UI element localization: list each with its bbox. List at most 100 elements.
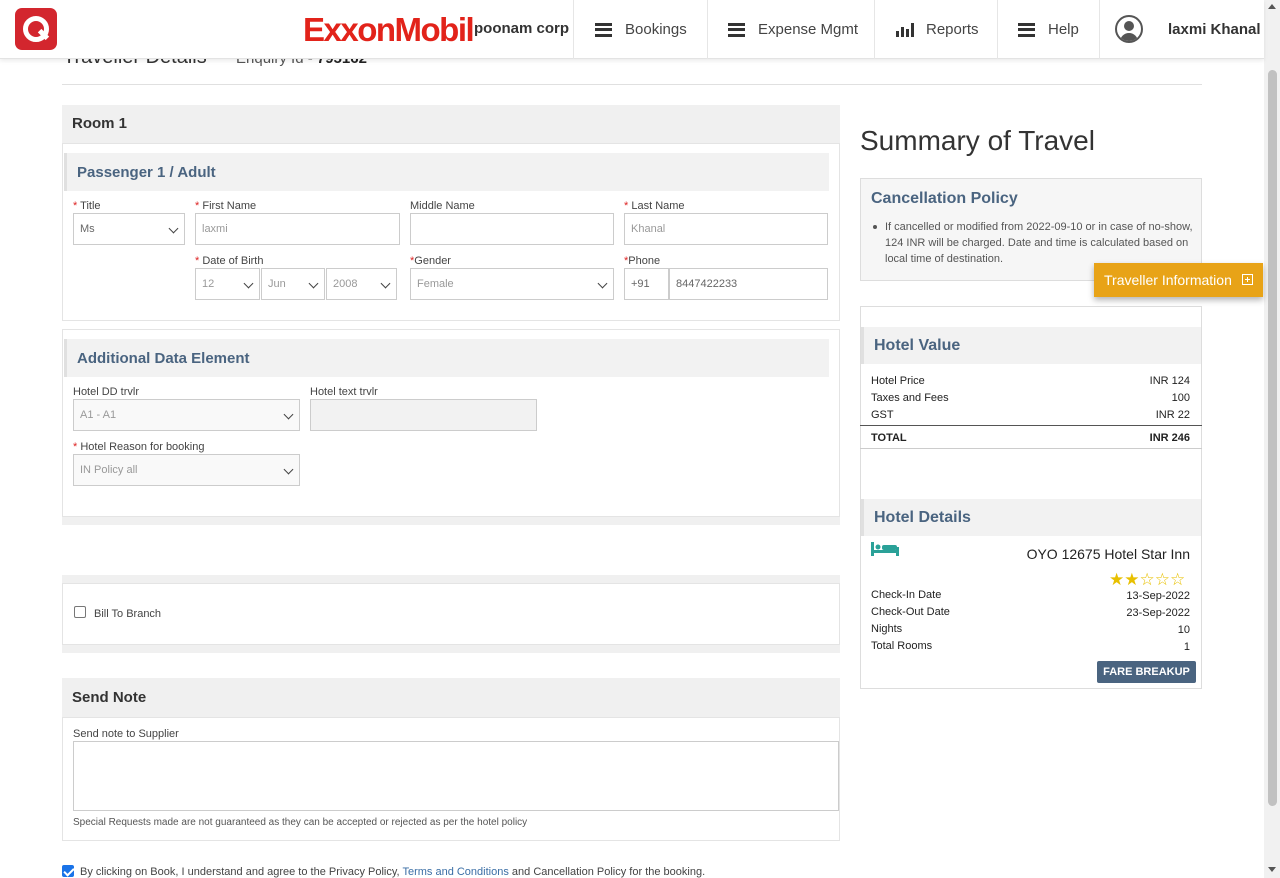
gender-label: *Gender xyxy=(410,255,451,267)
vertical-scrollbar[interactable] xyxy=(1264,0,1280,878)
star-empty-icon: ☆ xyxy=(1154,570,1170,589)
first-name-field[interactable]: laxmi xyxy=(195,213,400,245)
passenger-heading: Passenger 1 / Adult xyxy=(64,153,829,191)
app-logo-icon[interactable] xyxy=(15,8,57,50)
chevron-down-icon xyxy=(597,278,608,289)
divider xyxy=(62,84,1202,85)
hotel-text-label: Hotel text trvlr xyxy=(310,386,378,398)
section-divider xyxy=(62,645,840,653)
price-label: Taxes and Fees xyxy=(871,392,949,404)
middle-name-field[interactable] xyxy=(410,213,614,245)
nav-item-help[interactable]: Help xyxy=(997,0,1099,59)
detail-label: Total Rooms xyxy=(871,640,933,652)
menu-icon xyxy=(595,22,612,37)
top-navigation-bar: ExxonMobil poonam corp Bookings Expense … xyxy=(0,0,1264,59)
price-label: GST xyxy=(871,409,894,421)
bill-to-branch-section xyxy=(62,583,840,645)
menu-icon xyxy=(1018,22,1035,37)
first-name-label: * First Name xyxy=(195,200,257,212)
section-divider xyxy=(62,575,840,583)
last-name-label: * Last Name xyxy=(624,200,685,212)
nav-item-label: Reports xyxy=(926,21,979,38)
star-filled-icon: ★ xyxy=(1109,570,1125,589)
title-label: * Title xyxy=(73,200,101,212)
user-name[interactable]: laxmi Khanal xyxy=(1168,21,1261,38)
company-brand-logo: ExxonMobil xyxy=(303,11,475,48)
last-name-field[interactable]: Khanal xyxy=(624,213,828,245)
additional-data-heading: Additional Data Element xyxy=(64,339,829,377)
traveller-information-button[interactable]: Traveller Information xyxy=(1094,263,1263,297)
star-filled-icon: ★ xyxy=(1124,570,1140,589)
total-value: INR 246 xyxy=(1149,432,1190,444)
gender-select[interactable]: Female xyxy=(410,268,614,300)
middle-name-label: Middle Name xyxy=(410,200,475,212)
detail-label: Nights xyxy=(871,623,903,635)
hotel-details-heading: Hotel Details xyxy=(861,499,1201,536)
chevron-down-icon xyxy=(283,409,294,420)
nav-item-bookings[interactable]: Bookings xyxy=(573,0,707,59)
price-value: INR 124 xyxy=(1149,375,1190,387)
hotel-text-field[interactable] xyxy=(310,399,537,431)
nav-item-expense-mgmt[interactable]: Expense Mgmt xyxy=(707,0,874,59)
hotel-bed-icon xyxy=(871,542,899,556)
bullet xyxy=(873,225,877,229)
send-note-label: Send note to Supplier xyxy=(73,728,179,740)
detail-label: Check-Out Date xyxy=(871,606,950,618)
send-note-heading: Send Note xyxy=(62,678,840,717)
nav-item-label: Help xyxy=(1048,21,1079,38)
bill-to-branch-label: Bill To Branch xyxy=(94,608,162,620)
hotel-dd-select[interactable]: A1 - A1 xyxy=(73,399,300,431)
star-rating: ★★☆☆☆ xyxy=(1109,571,1185,588)
star-empty-icon: ☆ xyxy=(1139,570,1155,589)
send-note-textarea[interactable] xyxy=(73,741,839,811)
terms-and-conditions-link[interactable]: Terms and Conditions xyxy=(402,866,508,878)
title-select[interactable]: Ms xyxy=(73,213,185,245)
agreement-text: By clicking on Book, I understand and ag… xyxy=(80,866,706,878)
chevron-down-icon xyxy=(283,464,294,475)
detail-value: 10 xyxy=(1177,624,1190,636)
chevron-down-icon xyxy=(168,223,179,234)
corporate-name: poonam corp xyxy=(474,20,570,37)
phone-label: *Phone xyxy=(624,255,661,267)
cancellation-policy-text: If cancelled or modified from 2022-09-10… xyxy=(885,221,1193,265)
chevron-down-icon xyxy=(308,278,319,289)
send-note-disclaimer: Special Requests made are not guaranteed… xyxy=(73,817,528,828)
dob-year-select[interactable]: 2008 xyxy=(326,268,397,300)
nav-item-label: Bookings xyxy=(625,21,687,38)
price-label: Hotel Price xyxy=(871,375,925,387)
detail-value: 23-Sep-2022 xyxy=(1126,607,1190,619)
phone-code-field[interactable]: +91 xyxy=(624,268,669,300)
total-label: TOTAL xyxy=(871,432,907,444)
dob-label: * Date of Birth xyxy=(195,255,264,267)
hotel-dd-label: Hotel DD trvlr xyxy=(73,386,140,398)
bill-to-branch-checkbox[interactable] xyxy=(74,606,86,618)
price-value: INR 22 xyxy=(1155,409,1190,421)
scroll-down-arrow-icon[interactable] xyxy=(1268,867,1276,872)
agreement-checkbox[interactable] xyxy=(62,865,74,877)
section-divider xyxy=(62,517,840,525)
scroll-up-arrow-icon[interactable] xyxy=(1268,4,1276,9)
page: ExxonMobil poonam corp Bookings Expense … xyxy=(0,0,1280,878)
bar-chart-icon xyxy=(896,22,914,37)
expand-plus-icon xyxy=(1242,274,1253,285)
scrollbar-thumb[interactable] xyxy=(1268,70,1277,806)
hotel-reason-select[interactable]: IN Policy all xyxy=(73,454,300,486)
chevron-down-icon xyxy=(380,278,391,289)
dob-month-select[interactable]: Jun xyxy=(261,268,325,300)
cancellation-policy-heading: Cancellation Policy xyxy=(871,190,1018,207)
nav-item-label: Expense Mgmt xyxy=(758,21,859,38)
total-divider xyxy=(860,425,1202,426)
nav-item-reports[interactable]: Reports xyxy=(874,0,997,59)
room-heading: Room 1 xyxy=(62,105,840,143)
hotel-value-heading: Hotel Value xyxy=(861,327,1201,364)
hotel-name: OYO 12675 Hotel Star Inn xyxy=(1026,546,1190,562)
fare-breakup-button[interactable]: FARE BREAKUP xyxy=(1097,661,1196,683)
phone-number-field[interactable]: 8447422233 xyxy=(669,268,828,300)
star-empty-icon: ☆ xyxy=(1170,570,1186,589)
user-avatar-icon[interactable] xyxy=(1115,15,1143,43)
detail-label: Check-In Date xyxy=(871,589,942,601)
chevron-down-icon xyxy=(243,278,254,289)
detail-value: 1 xyxy=(1183,641,1190,653)
dob-day-select[interactable]: 12 xyxy=(195,268,260,300)
menu-icon xyxy=(728,22,745,37)
